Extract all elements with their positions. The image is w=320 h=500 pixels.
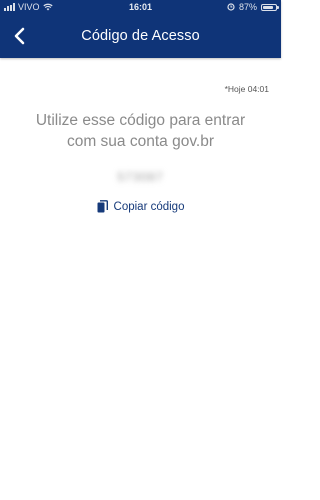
battery-percent: 87%: [238, 2, 257, 12]
screen: VIVO 16:01 87% Código de Acesso *Hoje 04…: [0, 0, 281, 500]
battery-level: [263, 5, 274, 9]
page-title: Código de Acesso: [81, 28, 200, 44]
battery-icon: [261, 3, 279, 11]
copy-code-label: Copiar código: [113, 200, 185, 213]
status-bar: VIVO 16:01 87%: [0, 0, 281, 16]
nav-bar: Código de Acesso: [0, 18, 281, 58]
alarm-icon: [227, 3, 235, 11]
timestamp: *Hoje 04:01: [224, 84, 269, 94]
status-right: 87%: [227, 2, 279, 12]
copy-icon: [97, 200, 108, 213]
top-bar: VIVO 16:01 87% Código de Acesso: [0, 0, 281, 58]
instructions-text: Utilize esse código para entrar com sua …: [35, 112, 246, 150]
copy-code-button[interactable]: Copiar código: [0, 200, 281, 213]
access-code: 573087: [117, 170, 164, 184]
